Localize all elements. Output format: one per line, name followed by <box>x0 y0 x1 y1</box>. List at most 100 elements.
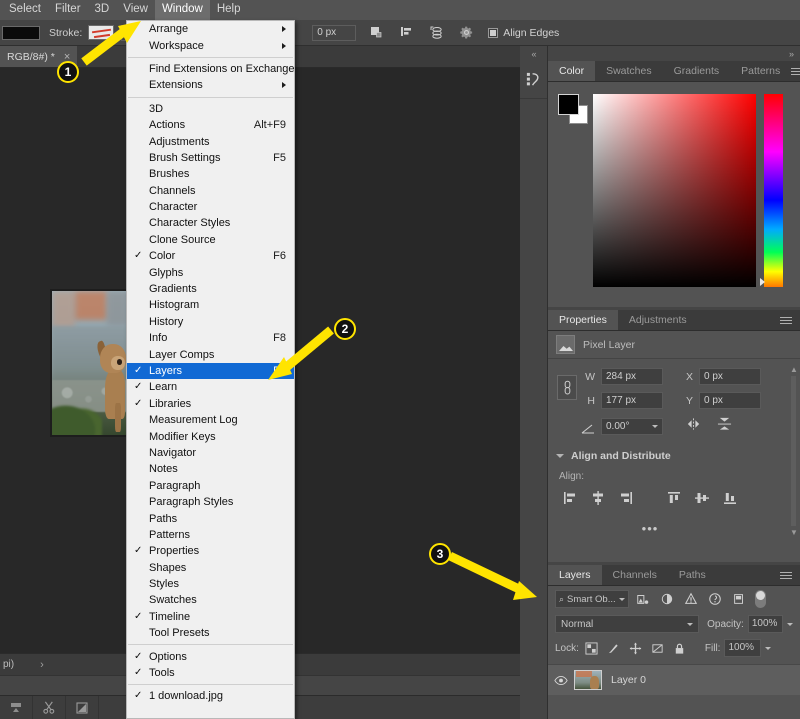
foreground-color-swatch[interactable] <box>558 94 579 115</box>
menu-item-properties[interactable]: ✓ Properties <box>127 543 294 559</box>
menu-item-channels[interactable]: Channels <box>127 183 294 199</box>
angle-input[interactable]: 0.00° <box>601 417 663 435</box>
filter-smart-object-icon[interactable] <box>728 589 749 609</box>
menu-item-brushes[interactable]: Brushes <box>127 166 294 182</box>
x-input[interactable]: 0 px <box>699 368 761 385</box>
menu-item-info[interactable]: Info F8 <box>127 330 294 346</box>
scroll-up-icon[interactable]: ▲ <box>790 365 798 374</box>
filter-toggle[interactable] <box>755 590 766 608</box>
chevron-down-icon[interactable] <box>556 454 564 458</box>
tab-swatches[interactable]: Swatches <box>595 61 663 81</box>
opacity-input[interactable]: 100% <box>747 615 783 633</box>
menu-item-histogram[interactable]: Histogram <box>127 297 294 313</box>
chevron-down-icon[interactable] <box>652 424 658 428</box>
menu-item-learn[interactable]: ✓ Learn <box>127 379 294 395</box>
menu-item-brush-settings[interactable]: Brush Settings F5 <box>127 150 294 166</box>
fill-input[interactable]: 100% <box>724 639 762 657</box>
menu-item-libraries[interactable]: ✓ Libraries <box>127 396 294 412</box>
libraries-icon[interactable] <box>523 68 545 90</box>
shape-combine-icon[interactable] <box>367 23 386 42</box>
tab-paths[interactable]: Paths <box>668 565 717 585</box>
menu-item-styles[interactable]: Styles <box>127 576 294 592</box>
lock-artboard-icon[interactable] <box>648 639 667 657</box>
layer-visibility-icon[interactable] <box>548 675 574 686</box>
path-arrange-icon[interactable] <box>427 23 446 42</box>
menu-item-layer-comps[interactable]: Layer Comps <box>127 346 294 362</box>
align-bottom-edges-icon[interactable] <box>716 489 744 507</box>
menu-item-actions[interactable]: Actions Alt+F9 <box>127 117 294 133</box>
menu-item-patterns[interactable]: Patterns <box>127 527 294 543</box>
chevron-right-icon[interactable]: › <box>40 659 44 671</box>
menu-item-swatches[interactable]: Swatches <box>127 592 294 608</box>
path-align-icon[interactable] <box>397 23 416 42</box>
expand-panels-icon[interactable]: » <box>548 46 800 61</box>
menu-item-history[interactable]: History <box>127 314 294 330</box>
menu-item-arrange[interactable]: Arrange <box>127 21 294 37</box>
tab-color[interactable]: Color <box>548 61 596 81</box>
menu-item-options[interactable]: ✓ Options <box>127 648 294 664</box>
menu-item-open-document[interactable]: ✓ 1 download.jpg <box>127 688 294 704</box>
menu-item-glyphs[interactable]: Glyphs <box>127 264 294 280</box>
layers-panel-menu-button[interactable] <box>780 565 800 585</box>
scrollbar-thumb[interactable] <box>791 376 796 526</box>
menu-3d[interactable]: 3D <box>88 0 117 20</box>
menu-item-workspace[interactable]: Workspace <box>127 37 294 53</box>
flip-vertical-icon[interactable] <box>716 416 733 436</box>
fill-dropdown-icon[interactable] <box>765 646 772 650</box>
height-input[interactable]: 177 px <box>601 392 663 409</box>
layer-filter-select[interactable]: ⌕ Smart Ob... <box>555 590 629 608</box>
align-section-header[interactable]: Align and Distribute <box>556 450 792 462</box>
menu-item-paragraph-styles[interactable]: Paragraph Styles <box>127 494 294 510</box>
menu-item-paragraph[interactable]: Paragraph <box>127 478 294 494</box>
menu-item-character-styles[interactable]: Character Styles <box>127 215 294 231</box>
canvas-document[interactable] <box>50 289 130 437</box>
y-input[interactable]: 0 px <box>699 392 761 409</box>
menu-item-adjustments[interactable]: Adjustments <box>127 133 294 149</box>
fill-color-swatch[interactable] <box>2 25 40 40</box>
filter-shape-icon[interactable] <box>704 589 725 609</box>
lock-image-icon[interactable] <box>604 639 623 657</box>
menu-item-timeline[interactable]: ✓ Timeline <box>127 609 294 625</box>
tab-layers[interactable]: Layers <box>548 565 602 585</box>
lock-all-icon[interactable] <box>670 639 689 657</box>
scroll-down-icon[interactable]: ▼ <box>790 528 798 537</box>
color-panel-menu-button[interactable] <box>791 61 800 81</box>
align-top-edges-icon[interactable] <box>660 489 688 507</box>
chevron-down-icon[interactable] <box>619 597 625 601</box>
table-row[interactable]: Layer 0 <box>548 664 800 695</box>
collapse-panels-icon[interactable]: « <box>520 46 547 61</box>
tab-patterns[interactable]: Patterns <box>730 61 791 81</box>
menu-view[interactable]: View <box>116 0 155 20</box>
menu-item-tool-presets[interactable]: Tool Presets <box>127 625 294 641</box>
menu-item-character[interactable]: Character <box>127 199 294 215</box>
filter-pixel-icon[interactable] <box>632 589 653 609</box>
tab-channels[interactable]: Channels <box>602 565 668 585</box>
menu-filter[interactable]: Filter <box>48 0 88 20</box>
filter-type-icon[interactable] <box>680 589 701 609</box>
radius-input[interactable]: 0 px <box>312 24 357 41</box>
gear-icon[interactable] <box>457 23 476 42</box>
chevron-down-icon[interactable] <box>687 622 694 626</box>
opacity-dropdown-icon[interactable] <box>787 622 793 626</box>
lock-transparency-icon[interactable] <box>582 639 601 657</box>
menu-item-modifier-keys[interactable]: Modifier Keys <box>127 428 294 444</box>
menu-item-3d[interactable]: 3D <box>127 101 294 117</box>
properties-scrollbar[interactable]: ▲ ▼ <box>790 365 798 550</box>
align-vertical-centers-icon[interactable] <box>688 489 716 507</box>
playhead-icon[interactable] <box>0 695 33 719</box>
align-left-edges-icon[interactable] <box>556 489 584 507</box>
blend-mode-select[interactable]: Normal <box>555 615 700 633</box>
filter-adjustment-icon[interactable] <box>656 589 677 609</box>
align-right-edges-icon[interactable] <box>612 489 640 507</box>
menu-item-measurement-log[interactable]: Measurement Log <box>127 412 294 428</box>
menu-item-paths[interactable]: Paths <box>127 510 294 526</box>
menu-item-navigator[interactable]: Navigator <box>127 445 294 461</box>
flip-horizontal-icon[interactable] <box>685 417 702 436</box>
menu-window[interactable]: Window <box>154 0 210 20</box>
width-input[interactable]: 284 px <box>601 368 663 385</box>
scissors-icon[interactable] <box>33 695 66 719</box>
menu-item-clone-source[interactable]: Clone Source <box>127 232 294 248</box>
link-wh-button[interactable] <box>557 375 577 400</box>
menu-item-notes[interactable]: Notes <box>127 461 294 477</box>
menu-item-extensions[interactable]: Extensions <box>127 77 294 93</box>
